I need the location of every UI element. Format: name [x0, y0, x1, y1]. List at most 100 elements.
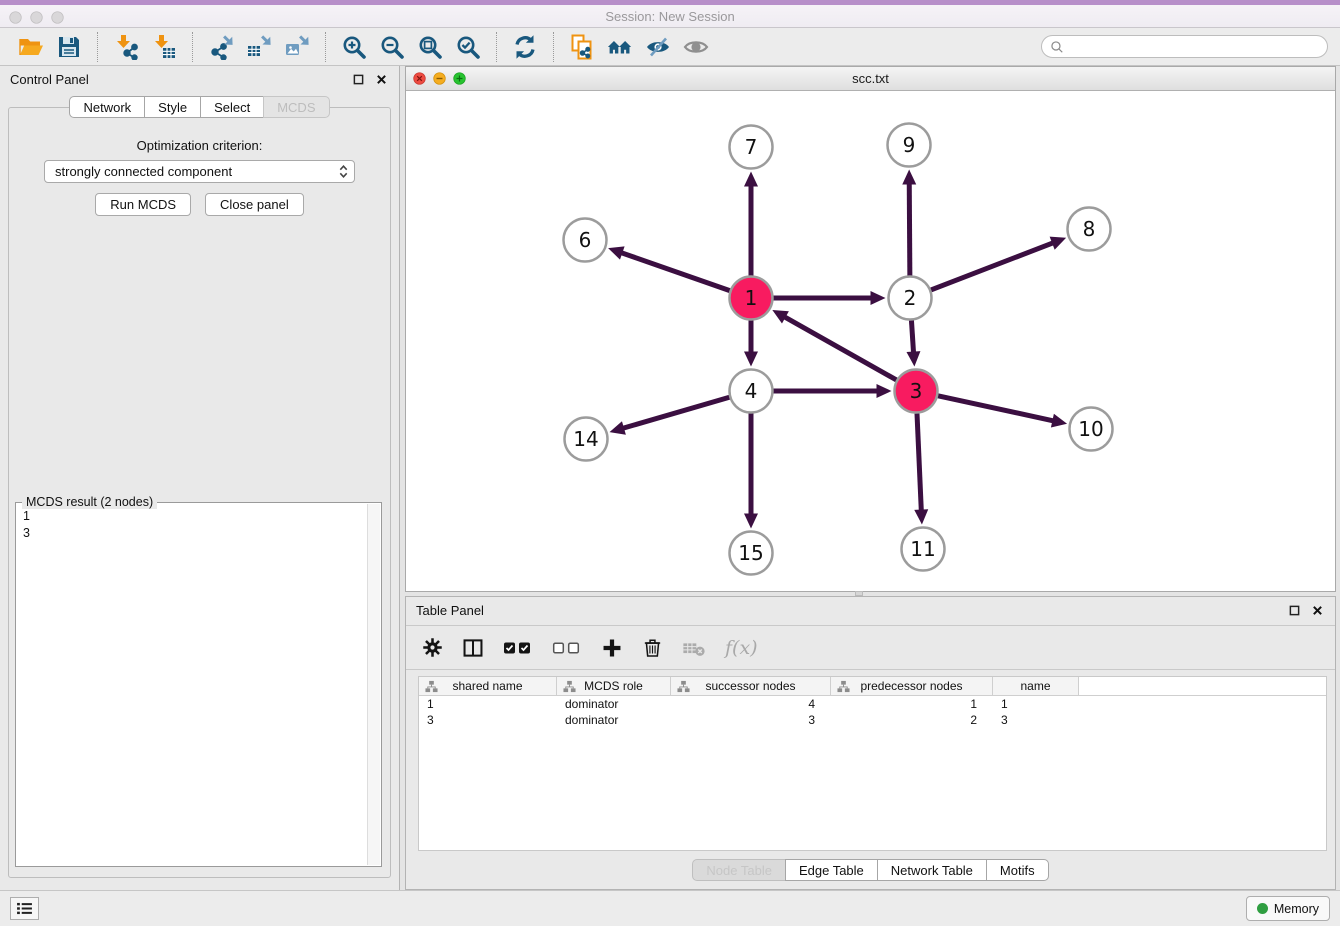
- tab-select[interactable]: Select: [200, 96, 264, 118]
- graph-node-10[interactable]: 10: [1070, 408, 1113, 451]
- network-canvas[interactable]: 1 2 3 4 6 7 8 9 10 11 14 15: [406, 91, 1335, 591]
- zoom-selected-button[interactable]: [452, 31, 484, 63]
- settings-button[interactable]: [422, 637, 443, 658]
- import-table-button[interactable]: [148, 31, 180, 63]
- edge-3-10[interactable]: [938, 396, 1067, 428]
- edge-1-2[interactable]: [774, 291, 886, 305]
- network-view-window: scc.txt 1 2 3 4 6 7 8 9 10 11 14 15: [405, 66, 1336, 592]
- zoom-out-button[interactable]: [376, 31, 408, 63]
- column-header-predecessor-nodes[interactable]: predecessor nodes: [831, 677, 993, 696]
- column-header-mcds-role[interactable]: MCDS role: [557, 677, 671, 696]
- graph-node-4[interactable]: 4: [730, 370, 773, 413]
- window-title: Session: New Session: [0, 9, 1340, 24]
- graph-node-8[interactable]: 8: [1068, 208, 1111, 251]
- column-header-name[interactable]: name: [993, 677, 1079, 696]
- column-header-successor-nodes[interactable]: successor nodes: [671, 677, 831, 696]
- search-box[interactable]: [1041, 35, 1328, 58]
- tab-mcds[interactable]: MCDS: [263, 96, 329, 118]
- close-table-panel-icon[interactable]: [1310, 603, 1325, 618]
- edge-1-7[interactable]: [744, 172, 758, 276]
- svg-text:4: 4: [745, 379, 758, 403]
- hide-selected-button[interactable]: [642, 31, 674, 63]
- memory-status-dot: [1257, 903, 1268, 914]
- graph-node-6[interactable]: 6: [564, 219, 607, 262]
- optimization-criterion-label: Optimization criterion:: [9, 138, 390, 153]
- criterion-select[interactable]: strongly connected component: [44, 160, 355, 183]
- edge-4-15[interactable]: [744, 414, 758, 529]
- tab-network-table[interactable]: Network Table: [877, 859, 987, 881]
- new-network-from-selection-button[interactable]: [566, 31, 598, 63]
- svg-text:8: 8: [1083, 217, 1096, 241]
- edge-2-9[interactable]: [902, 169, 916, 275]
- open-session-button[interactable]: [15, 31, 47, 63]
- export-image-button[interactable]: [281, 31, 313, 63]
- cell-predecessor-nodes: 2: [831, 713, 993, 727]
- mcds-panel: Optimization criterion: strongly connect…: [8, 107, 391, 878]
- tab-motifs[interactable]: Motifs: [986, 859, 1049, 881]
- edge-2-8[interactable]: [931, 237, 1066, 290]
- tab-node-table[interactable]: Node Table: [692, 859, 786, 881]
- graph-node-1[interactable]: 1: [730, 277, 773, 320]
- control-panel-title: Control Panel: [10, 72, 89, 87]
- search-icon: [1050, 40, 1064, 54]
- show-all-button[interactable]: [680, 31, 712, 63]
- edge-3-1[interactable]: [772, 310, 896, 380]
- cell-successor-nodes: 3: [671, 713, 831, 727]
- tab-network[interactable]: Network: [69, 96, 145, 118]
- search-input[interactable]: [1069, 40, 1319, 54]
- graph-node-11[interactable]: 11: [902, 528, 945, 571]
- edge-4-3[interactable]: [774, 384, 892, 398]
- graph-node-9[interactable]: 9: [888, 124, 931, 167]
- float-table-panel-icon[interactable]: [1287, 603, 1302, 618]
- memory-button[interactable]: Memory: [1246, 896, 1330, 921]
- table-row[interactable]: 1dominator411: [419, 696, 1326, 712]
- graph-node-14[interactable]: 14: [565, 418, 608, 461]
- application-window: Session: New Session Control Panel Netwo…: [0, 0, 1340, 926]
- export-network-button[interactable]: [205, 31, 237, 63]
- column-header-shared-name[interactable]: shared name: [419, 677, 557, 696]
- toolbar-icon-groups: [12, 31, 715, 63]
- zoom-fit-button[interactable]: [414, 31, 446, 63]
- cell-shared-name: 3: [419, 713, 557, 727]
- first-neighbors-button[interactable]: [604, 31, 636, 63]
- refresh-icon: [512, 34, 538, 60]
- tab-edge-table[interactable]: Edge Table: [785, 859, 878, 881]
- refresh-button[interactable]: [509, 31, 541, 63]
- edge-1-4[interactable]: [744, 321, 758, 367]
- graph-node-7[interactable]: 7: [730, 126, 773, 169]
- mcds-result-lines: 13: [23, 508, 30, 542]
- close-panel-icon[interactable]: [374, 72, 389, 87]
- tab-style[interactable]: Style: [144, 96, 201, 118]
- edge-3-11[interactable]: [914, 413, 928, 524]
- panel-layout-button[interactable]: [462, 637, 484, 659]
- zoom-in-button[interactable]: [338, 31, 370, 63]
- svg-text:1: 1: [745, 286, 758, 310]
- select-all-checkboxes-button[interactable]: [503, 640, 533, 656]
- delete-column-button[interactable]: [642, 637, 663, 658]
- result-scrollbar[interactable]: [367, 504, 380, 865]
- close-panel-button[interactable]: Close panel: [205, 193, 304, 216]
- add-column-button[interactable]: [601, 637, 623, 659]
- edge-2-3[interactable]: [906, 320, 920, 366]
- float-panel-icon[interactable]: [351, 72, 366, 87]
- export-table-button[interactable]: [243, 31, 275, 63]
- deselect-all-checkboxes-button[interactable]: [552, 640, 582, 656]
- panel-layout-icon: [462, 637, 484, 659]
- graph-node-2[interactable]: 2: [889, 277, 932, 320]
- graph-node-15[interactable]: 15: [730, 532, 773, 575]
- task-list-button[interactable]: [10, 897, 39, 920]
- graph-node-3[interactable]: 3: [895, 370, 938, 413]
- hierarchy-icon: [677, 680, 690, 693]
- network-window-titlebar[interactable]: scc.txt: [406, 67, 1335, 91]
- edge-4-14[interactable]: [610, 397, 730, 434]
- table-row[interactable]: 3dominator323: [419, 712, 1326, 728]
- node-table: shared nameMCDS rolesuccessor nodesprede…: [418, 676, 1327, 851]
- import-network-button[interactable]: [110, 31, 142, 63]
- run-mcds-button[interactable]: Run MCDS: [95, 193, 191, 216]
- zoom-in-icon: [341, 34, 367, 60]
- edge-1-6[interactable]: [608, 246, 730, 290]
- criterion-value: strongly connected component: [55, 164, 232, 179]
- first-neighbors-icon: [607, 34, 633, 60]
- column-label: name: [1020, 679, 1050, 693]
- save-session-button[interactable]: [53, 31, 85, 63]
